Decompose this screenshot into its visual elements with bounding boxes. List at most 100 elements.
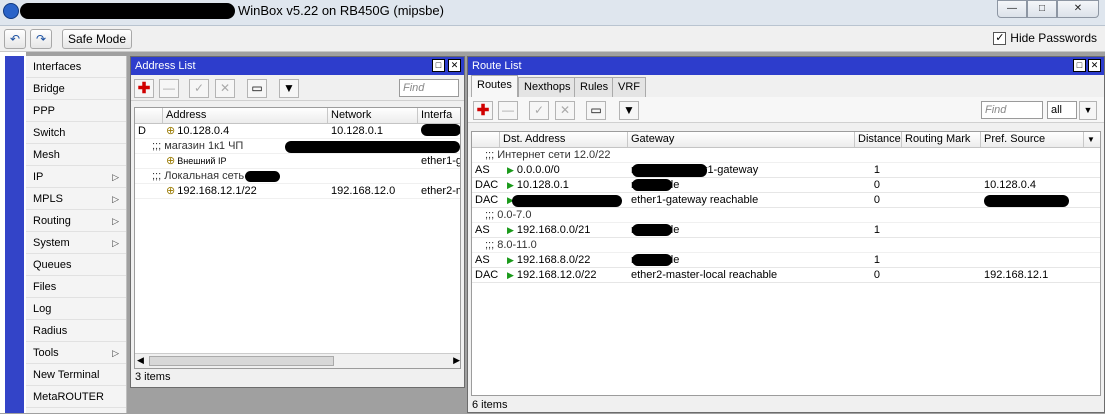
horizontal-scrollbar[interactable]: ◀ ▶ [135, 353, 460, 368]
address-list-titlebar[interactable]: Address List □ ✕ [131, 57, 464, 75]
interface-column-header[interactable]: Interfa [418, 108, 460, 123]
table-row[interactable]: DAC ▶ 192.168.12.0/22 ether2-master-local r… [472, 268, 1100, 283]
sidebar-item-system[interactable]: System ▷ [26, 232, 126, 254]
redacted-block [984, 195, 1069, 207]
sidebar-item-ppp[interactable]: PPP [26, 100, 126, 122]
address-icon: ⊕ [166, 125, 176, 137]
filter-button[interactable]: ▼ [619, 101, 639, 120]
plus-icon: ✚ [476, 102, 490, 119]
dst-address-column-header[interactable]: Dst. Address [500, 132, 628, 147]
tab-vrf[interactable]: VRF [612, 77, 646, 97]
sidebar-item-mpls[interactable]: MPLS ▷ [26, 188, 126, 210]
routing-mark-cell [902, 193, 981, 208]
sidebar-item-mesh[interactable]: Mesh [26, 144, 126, 166]
tab-rules[interactable]: Rules [574, 77, 615, 97]
sidebar-item-new-terminal[interactable]: New Terminal [26, 364, 126, 386]
scrollbar-thumb[interactable] [149, 356, 334, 366]
sidebar-item-label: Interfaces [33, 61, 82, 73]
maximize-window-button[interactable]: □ [432, 59, 445, 72]
sidebar-item-metarouter[interactable]: MetaROUTER [26, 386, 126, 408]
distance-cell: 0 [873, 269, 880, 281]
sidebar-item-label: Bridge [33, 83, 65, 95]
table-row[interactable]: AS▶0.0.0.0/0reachable ether1-gateway1 [472, 163, 1100, 178]
network-column-header[interactable]: Network [328, 108, 418, 123]
maximize-button[interactable]: □ [1027, 0, 1057, 18]
table-row[interactable]: ;;; Локальная сеть [135, 169, 460, 184]
filter-icon: ▼ [283, 81, 295, 95]
comment-button[interactable]: ▭ [586, 101, 606, 120]
route-table: Dst. Address Gateway Distance Routing Ma… [471, 131, 1101, 396]
add-button[interactable]: ✚ [473, 101, 493, 120]
sidebar-item-files[interactable]: Files [26, 276, 126, 298]
sidebar-item-interfaces[interactable]: Interfaces [26, 56, 126, 78]
table-row[interactable]: ;;; 8.0-11.0 [472, 238, 1100, 253]
scroll-right-icon[interactable]: ▶ [453, 355, 460, 366]
sidebar-item-log[interactable]: Log [26, 298, 126, 320]
hide-passwords-checkbox[interactable]: ✓ [993, 31, 1007, 45]
distance-column-header[interactable]: Distance [855, 132, 902, 147]
route-filter-select[interactable]: all [1047, 101, 1077, 119]
sidebar-item-queues[interactable]: Queues [26, 254, 126, 276]
routing-mark-column-header[interactable]: Routing Mark [902, 132, 981, 147]
disable-button[interactable]: ✕ [555, 101, 575, 120]
route-list-titlebar[interactable]: Route List □ ✕ [468, 57, 1104, 75]
route-flag-icon: ▶ [507, 180, 514, 190]
route-find-input[interactable]: Find [981, 101, 1043, 119]
hide-passwords-toggle[interactable]: ✓ Hide Passwords [993, 31, 1097, 45]
columns-menu-icon[interactable]: ▼ [1084, 132, 1100, 147]
table-row[interactable]: AS▶192.168.8.0/22reachable1 [472, 253, 1100, 268]
remove-button[interactable]: — [498, 101, 518, 120]
gateway-column-header[interactable]: Gateway [628, 132, 855, 147]
redacted-block [512, 195, 622, 207]
route-rows: ;;; Интернет сети 12.0/22AS▶0.0.0.0/0rea… [472, 148, 1100, 283]
table-row[interactable]: AS▶192.168.0.0/21reachable1 [472, 223, 1100, 238]
table-row[interactable]: ;;; 0.0-7.0 [472, 208, 1100, 223]
sidebar-item-ip[interactable]: IP ▷ [26, 166, 126, 188]
route-status: 6 items [472, 399, 508, 411]
comment-button[interactable]: ▭ [247, 79, 267, 98]
flag-column-header[interactable] [135, 108, 163, 123]
minimize-button[interactable]: — [997, 0, 1027, 18]
close-window-button[interactable]: ✕ [448, 59, 461, 72]
sidebar-item-routing[interactable]: Routing ▷ [26, 210, 126, 232]
submenu-arrow-icon: ▷ [112, 194, 119, 204]
remove-button[interactable]: — [159, 79, 179, 98]
redacted-block [285, 141, 460, 153]
dst-address-text: 192.168.0.0/21 [516, 224, 591, 236]
table-row[interactable]: ⊕192.168.12.1/22192.168.12.0ether2-ma [135, 184, 460, 199]
tab-routes[interactable]: Routes [471, 75, 518, 97]
maximize-window-button[interactable]: □ [1073, 59, 1086, 72]
enable-button[interactable]: ✓ [189, 79, 209, 98]
close-window-button[interactable]: ✕ [1088, 59, 1101, 72]
redo-button[interactable]: ↷ [30, 29, 52, 49]
table-row[interactable]: DAC▶10.128.0.1reachable010.128.0.4 [472, 178, 1100, 193]
sidebar-item-switch[interactable]: Switch [26, 122, 126, 144]
routing-mark-cell [902, 223, 981, 238]
sidebar-item-bridge[interactable]: Bridge [26, 78, 126, 100]
flag-cell: DAC [475, 194, 499, 206]
address-text: Внешний IP [177, 156, 227, 166]
safe-mode-button[interactable]: Safe Mode [62, 29, 132, 49]
close-button[interactable]: ✕ [1057, 0, 1099, 18]
address-icon: ⊕ [166, 155, 176, 167]
table-row[interactable]: D ⊕ 10.128.0.4 10.128.0.1 [135, 124, 460, 139]
dst-address-cell: ▶ 192.168.12.0/22 [504, 268, 628, 283]
address-column-header[interactable]: Address [163, 108, 328, 123]
add-button[interactable]: ✚ [134, 79, 154, 98]
flag-column-header[interactable] [472, 132, 500, 147]
pref-source-column-header[interactable]: Pref. Source [981, 132, 1084, 147]
undo-button[interactable]: ↶ [4, 29, 26, 49]
address-find-input[interactable]: Find [399, 79, 459, 97]
table-row[interactable]: ⊕Внешний IP ether1-ga [135, 154, 460, 169]
filter-button[interactable]: ▼ [279, 79, 299, 98]
scroll-left-icon[interactable]: ◀ [137, 355, 144, 366]
disable-button[interactable]: ✕ [215, 79, 235, 98]
tab-nexthops[interactable]: Nexthops [518, 77, 577, 97]
sidebar-item-tools[interactable]: Tools ▷ [26, 342, 126, 364]
network-cell: 192.168.12.0 [331, 185, 396, 197]
chevron-down-icon[interactable]: ▼ [1079, 101, 1097, 120]
submenu-arrow-icon: ▷ [112, 216, 119, 226]
table-row[interactable]: ;;; Интернет сети 12.0/22 [472, 148, 1100, 163]
sidebar-item-radius[interactable]: Radius [26, 320, 126, 342]
enable-button[interactable]: ✓ [529, 101, 549, 120]
